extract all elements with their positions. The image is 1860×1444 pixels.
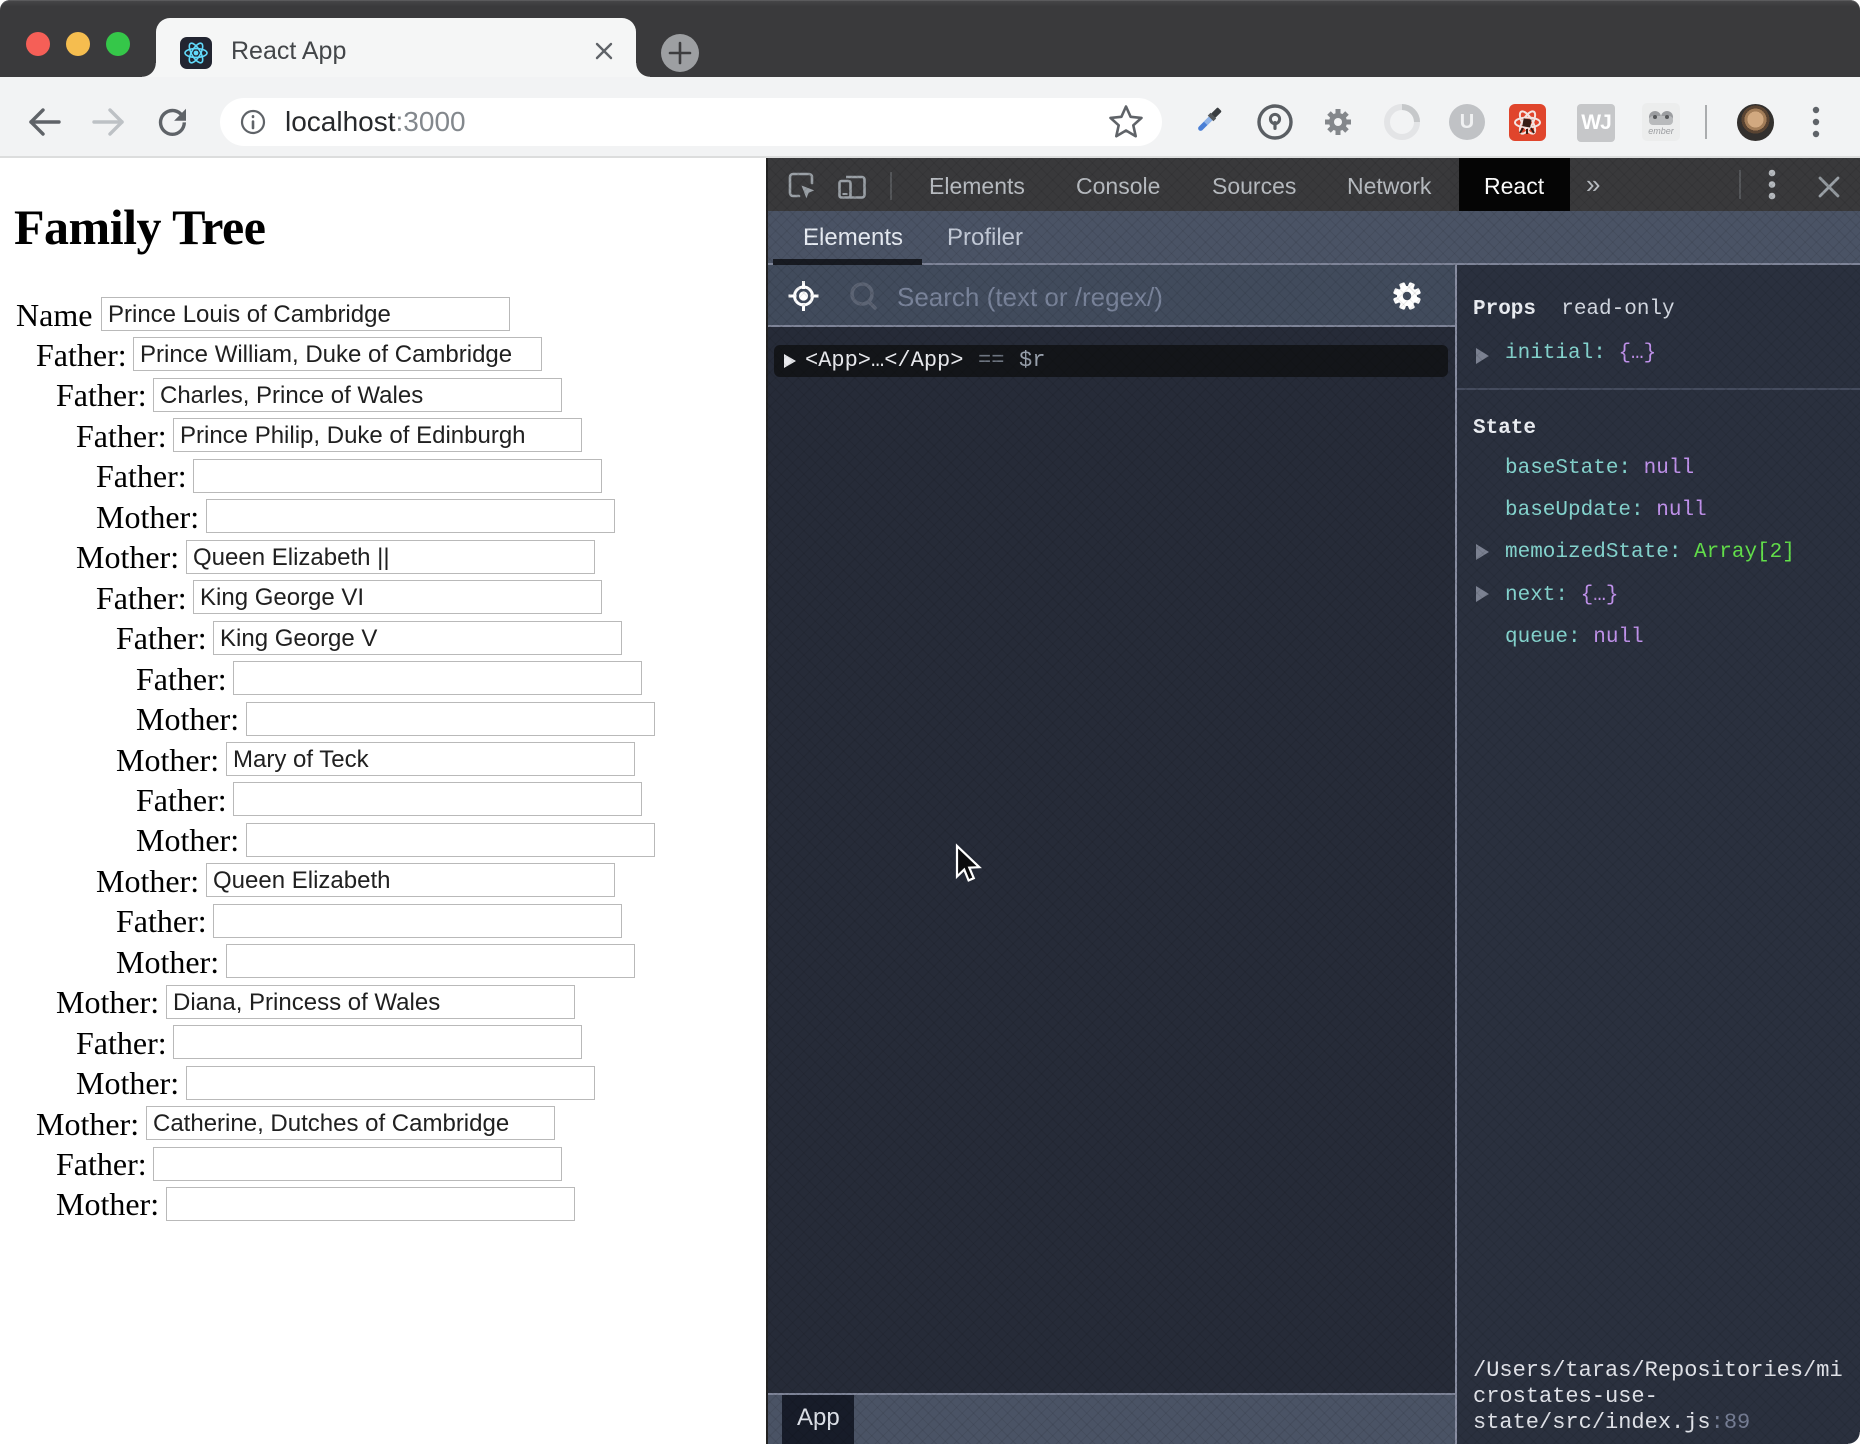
svg-text:ember: ember <box>1648 126 1675 136</box>
